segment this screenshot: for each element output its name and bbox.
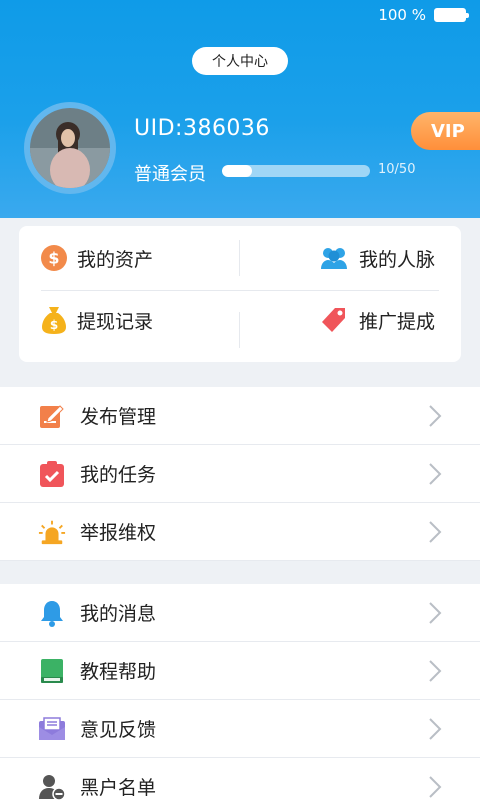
bell-icon [38, 599, 66, 627]
chevron-right-icon [429, 404, 442, 427]
battery-percent: 100 % [378, 6, 426, 24]
chevron-right-icon [429, 717, 442, 740]
level-progress-fill [222, 165, 252, 177]
member-level: 普通会员 [134, 164, 206, 185]
divider [239, 240, 240, 276]
level-progress-bar [222, 165, 370, 177]
menu-label: 发布管理 [80, 406, 157, 428]
my-contacts-button[interactable]: 我的人脉 [319, 243, 435, 273]
my-contacts-label: 我的人脉 [359, 248, 436, 271]
menu-group-2: 我的消息 教程帮助 意见反馈 黑户名单 [0, 584, 480, 800]
menu-label: 举报维权 [80, 522, 157, 544]
promotion-commission-label: 推广提成 [359, 310, 436, 333]
mail-icon [38, 715, 66, 743]
quick-actions-card: $ 我的资产 我的人脉 $ 提现记录 推广提成 [19, 226, 461, 362]
status-bar: 100 % [378, 6, 469, 24]
svg-text:$: $ [50, 318, 58, 332]
menu-item-feedback[interactable]: 意见反馈 [0, 700, 480, 758]
menu-item-report-rights[interactable]: 举报维权 [0, 503, 480, 561]
price-tag-icon [319, 305, 349, 335]
menu-group-1: 发布管理 我的任务 举报维权 [0, 387, 480, 561]
vip-button[interactable]: VIP [411, 112, 480, 150]
battery-icon [434, 8, 469, 22]
chevron-right-icon [429, 775, 442, 798]
level-progress-text: 10/50 [378, 162, 416, 177]
menu-label: 教程帮助 [80, 661, 157, 683]
promotion-commission-button[interactable]: 推广提成 [319, 305, 435, 335]
divider [239, 312, 240, 348]
withdraw-records-label: 提现记录 [77, 310, 154, 333]
menu-item-my-messages[interactable]: 我的消息 [0, 584, 480, 642]
task-clipboard-icon [38, 460, 66, 488]
my-assets-button[interactable]: $ 我的资产 [39, 243, 153, 273]
menu-label: 我的任务 [80, 464, 157, 486]
divider [41, 290, 439, 291]
profile-header: 100 % 个人中心 UID:386036 普通会员 10/50 VIP [0, 0, 480, 218]
alarm-light-icon [38, 518, 66, 546]
menu-label: 我的消息 [80, 603, 157, 625]
page-title: 个人中心 [192, 47, 288, 75]
menu-item-my-tasks[interactable]: 我的任务 [0, 445, 480, 503]
avatar[interactable] [24, 102, 116, 194]
menu-item-publish-management[interactable]: 发布管理 [0, 387, 480, 445]
chevron-right-icon [429, 462, 442, 485]
money-bag-icon: $ [39, 305, 69, 335]
chevron-right-icon [429, 601, 442, 624]
chevron-right-icon [429, 659, 442, 682]
book-icon [38, 657, 66, 685]
menu-label: 意见反馈 [80, 719, 157, 741]
edit-document-icon [38, 402, 66, 430]
svg-text:$: $ [48, 249, 59, 268]
avatar-photo [30, 108, 110, 188]
menu-item-tutorial-help[interactable]: 教程帮助 [0, 642, 480, 700]
menu-item-blacklist[interactable]: 黑户名单 [0, 758, 480, 800]
withdraw-records-button[interactable]: $ 提现记录 [39, 305, 153, 335]
dollar-coin-icon: $ [39, 243, 69, 273]
my-assets-label: 我的资产 [77, 248, 154, 271]
chevron-right-icon [429, 520, 442, 543]
user-id: UID:386036 [134, 116, 270, 141]
menu-label: 黑户名单 [80, 777, 157, 799]
user-block-icon [38, 773, 66, 800]
people-icon [319, 243, 349, 273]
